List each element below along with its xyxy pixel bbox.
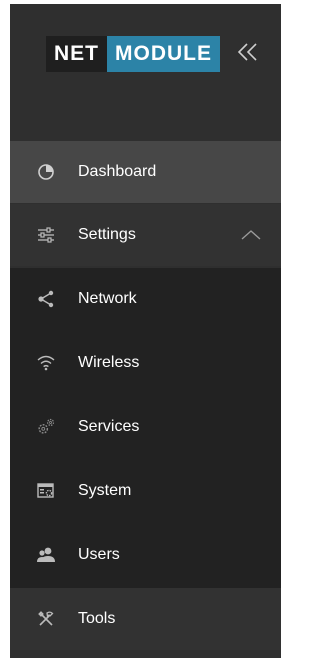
chevron-up-icon xyxy=(241,230,261,240)
logo-net-text: NET xyxy=(46,36,107,72)
nav-label-wireless: Wireless xyxy=(78,354,140,371)
nav-label-settings: Settings xyxy=(78,226,136,243)
nav-label-users: Users xyxy=(78,546,120,563)
nav-label-network: Network xyxy=(78,290,137,307)
logo-area: NET MODULE xyxy=(10,4,281,140)
double-chevron-left-icon xyxy=(237,43,257,61)
share-icon xyxy=(36,289,56,309)
nav-label-services: Services xyxy=(78,418,140,435)
collapse-sidebar-button[interactable] xyxy=(236,40,260,64)
nav-label-dashboard: Dashboard xyxy=(78,163,157,180)
nav-item-network[interactable]: Network xyxy=(10,268,281,330)
nav-item-wireless[interactable]: Wireless xyxy=(10,332,281,394)
nav-item-services[interactable]: Services xyxy=(10,396,281,458)
netmodule-logo[interactable]: NET MODULE xyxy=(46,36,220,72)
wifi-icon xyxy=(36,353,56,373)
gears-icon xyxy=(36,417,56,437)
sliders-icon xyxy=(36,225,56,245)
nav-item-users[interactable]: Users xyxy=(10,524,281,586)
logo-module-text: MODULE xyxy=(107,36,220,72)
nav-item-settings[interactable]: Settings xyxy=(10,204,281,266)
nav-label-tools: Tools xyxy=(78,610,116,627)
sidebar: NET MODULE Dashboard Settings Network Wi… xyxy=(10,4,281,658)
tools-icon xyxy=(36,609,56,629)
nav-item-system[interactable]: System xyxy=(10,460,281,522)
window-settings-icon xyxy=(36,481,56,501)
nav-item-tools[interactable]: Tools xyxy=(10,588,281,650)
pie-chart-icon xyxy=(36,162,56,182)
users-icon xyxy=(36,545,56,565)
nav-item-dashboard[interactable]: Dashboard xyxy=(10,141,281,203)
nav-label-system: System xyxy=(78,482,132,499)
